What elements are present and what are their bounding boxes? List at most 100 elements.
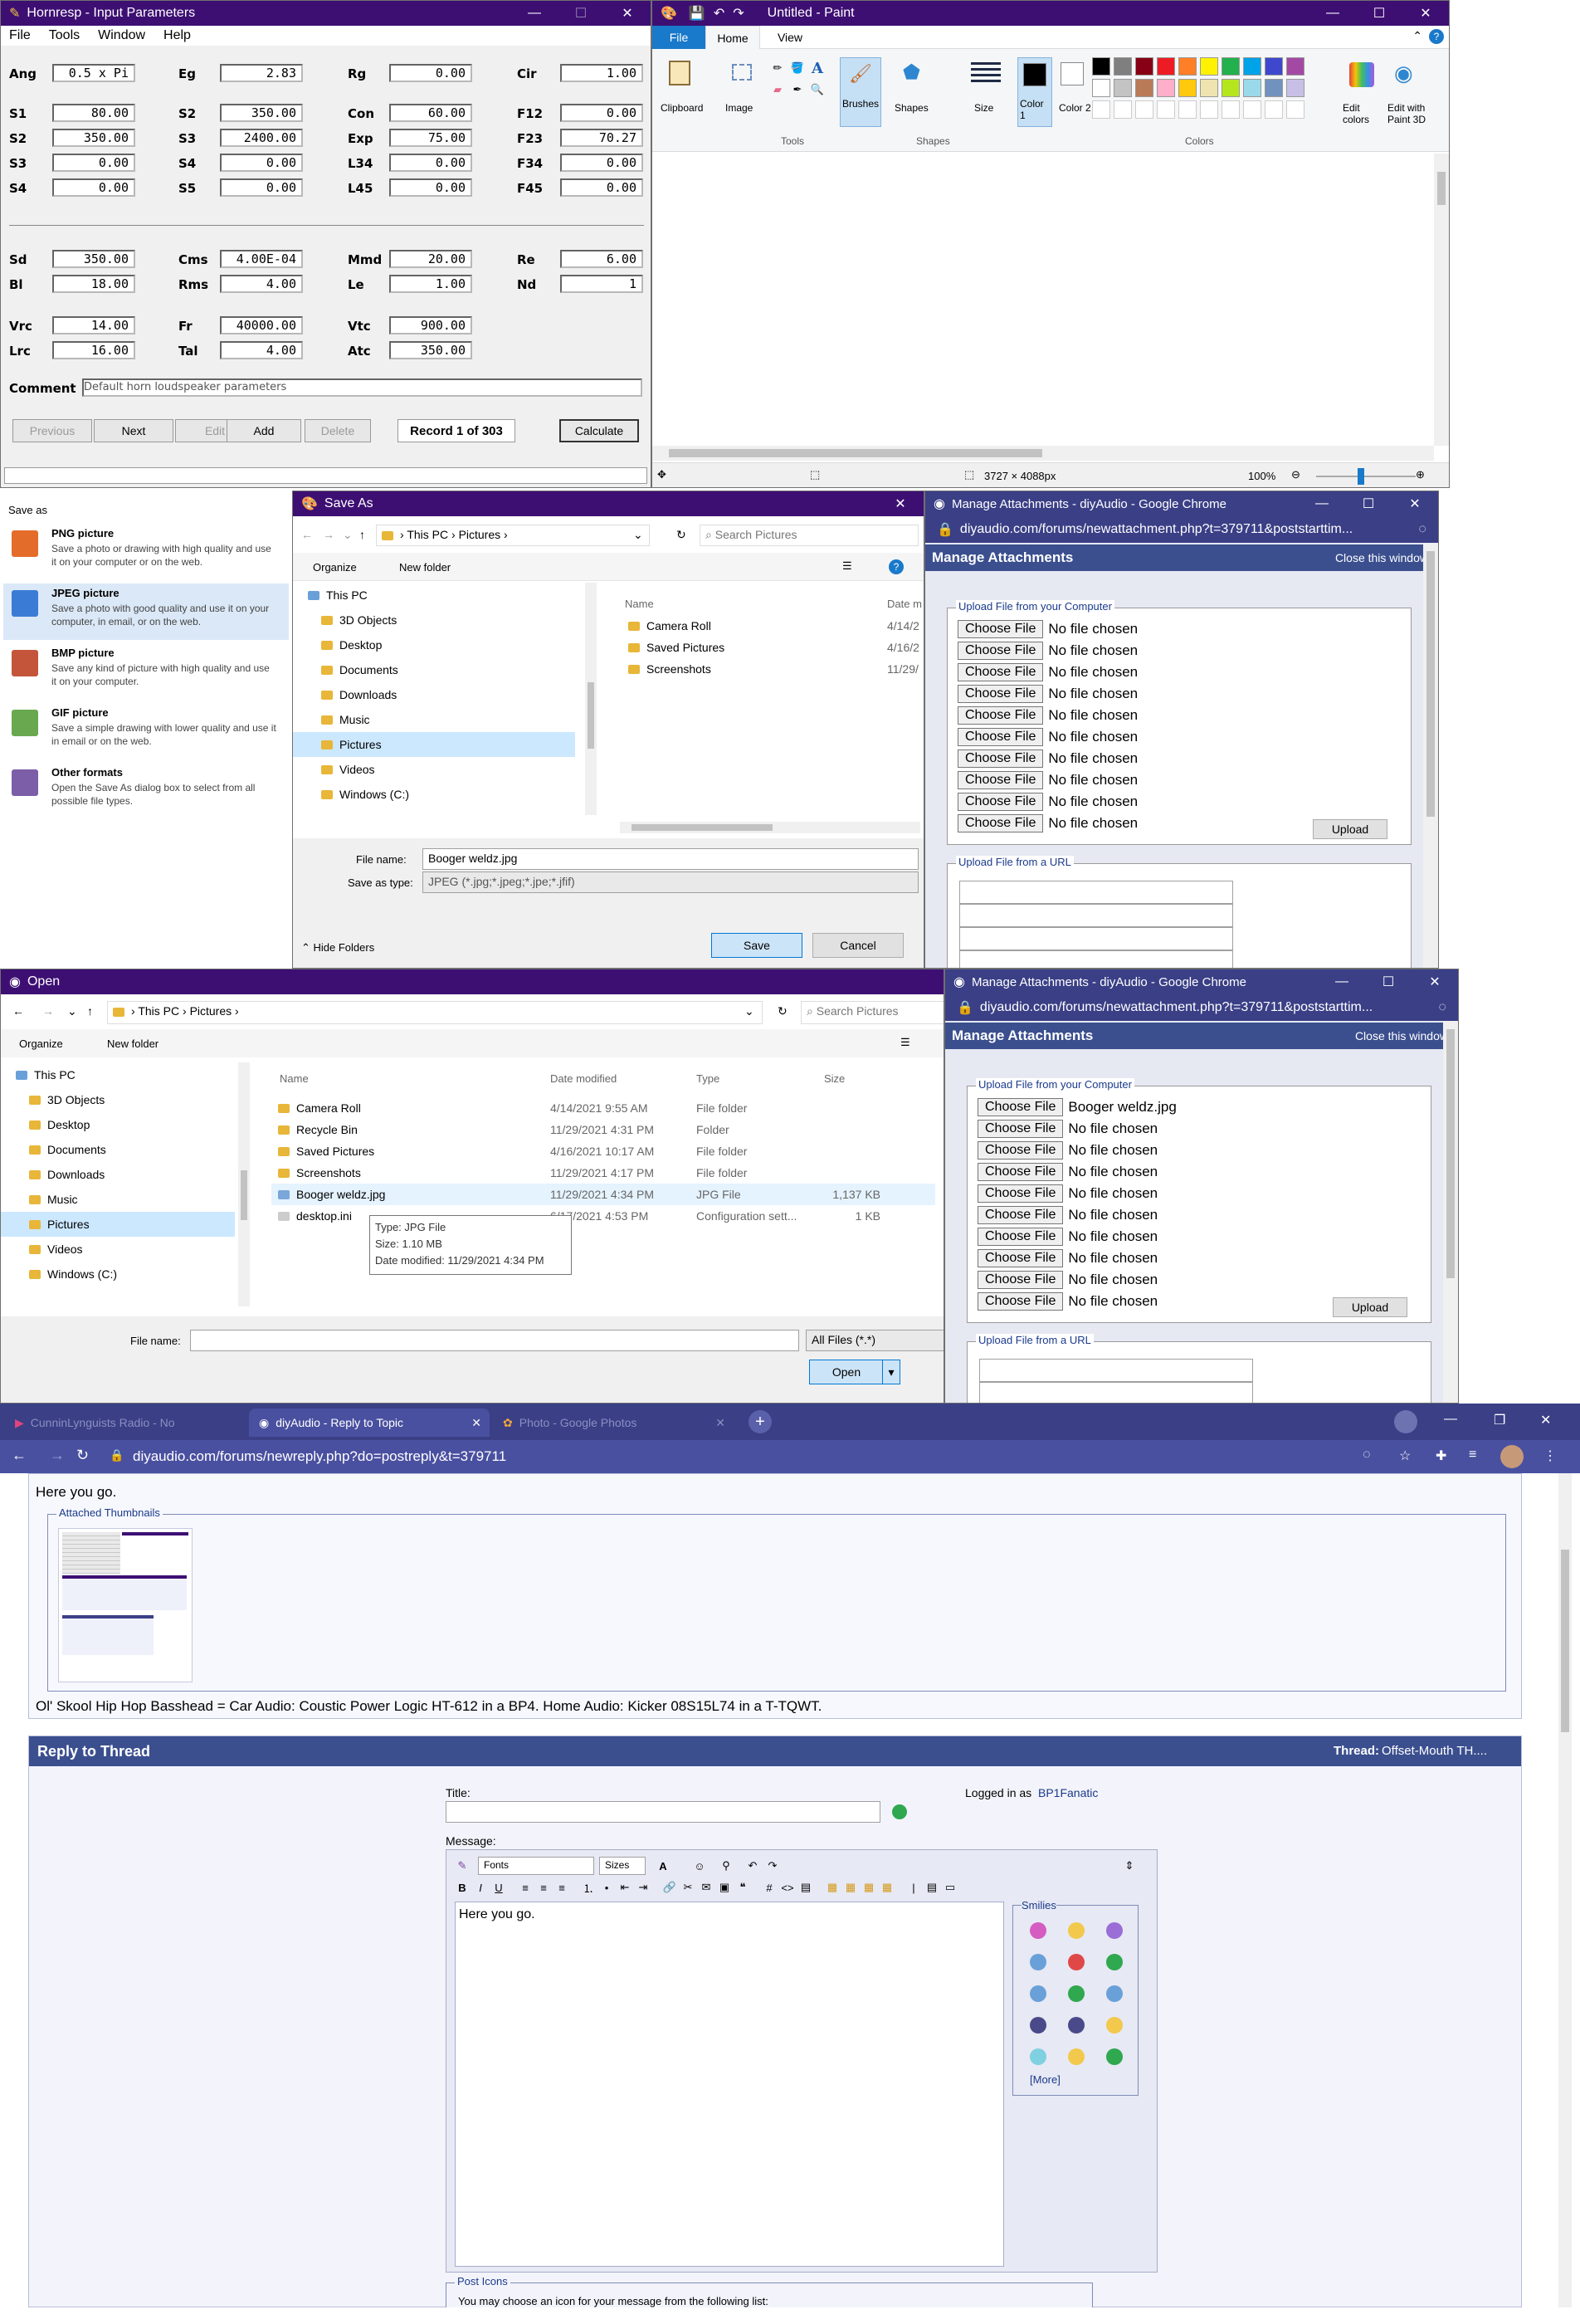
choose-file-button[interactable]: Choose File <box>958 663 1044 681</box>
refresh-icon[interactable]: ↻ <box>676 528 686 542</box>
eraser-icon[interactable]: ▰ <box>770 82 785 97</box>
save-format-item[interactable]: JPEG picture Save a photo with good quali… <box>3 583 289 640</box>
more-smilies-link[interactable]: [More] <box>1030 2073 1061 2086</box>
up-icon[interactable]: ↑ <box>87 1004 93 1018</box>
param-value-field[interactable]: 900.00 <box>389 316 472 334</box>
save-format-item[interactable]: Other formats Open the Save As dialog box… <box>3 763 289 819</box>
underline-icon[interactable]: U <box>491 1880 506 1895</box>
column-name[interactable]: Name <box>625 598 654 610</box>
minimize-button[interactable]: — <box>1309 1 1356 26</box>
nav-item[interactable]: Downloads <box>1 1162 235 1187</box>
zoom-slider-thumb[interactable] <box>1358 468 1364 485</box>
url-text[interactable]: diyaudio.com/forums/newreply.php?do=post… <box>133 1448 506 1465</box>
file-row[interactable]: Saved Pictures 4/16/2 <box>620 637 920 657</box>
smiley-icon[interactable] <box>1030 1954 1046 1970</box>
title-input[interactable] <box>446 1801 880 1823</box>
param-value-field[interactable]: 0.00 <box>560 178 643 197</box>
back-icon[interactable]: ← <box>12 1447 27 1464</box>
vertical-scrollbar[interactable] <box>1423 543 1438 968</box>
choose-file-button[interactable]: Choose File <box>958 728 1044 746</box>
italic-icon[interactable]: I <box>473 1880 488 1895</box>
bookmark-star-icon[interactable]: ☆ <box>1399 1448 1411 1464</box>
new-folder-button[interactable]: New folder <box>399 561 451 574</box>
nav-item[interactable]: This PC <box>293 583 575 608</box>
smiley-icon[interactable] <box>1068 1954 1085 1970</box>
palette-color-swatch[interactable] <box>1178 79 1197 97</box>
refresh-icon[interactable]: ↻ <box>778 1004 788 1018</box>
param-value-field[interactable]: 0.00 <box>52 154 135 172</box>
thumbnail-image[interactable] <box>58 1528 193 1682</box>
size-button[interactable]: Size <box>974 102 993 114</box>
cancel-button[interactable]: Cancel <box>812 933 904 958</box>
url-input-2[interactable] <box>959 904 1233 927</box>
address-bar[interactable]: › This PC › Pictures › <box>376 525 650 546</box>
align-center-icon[interactable]: ≡ <box>536 1880 551 1895</box>
tab-diyaudio[interactable]: ◉ diyAudio - Reply to Topic ✕ <box>249 1409 490 1437</box>
param-value-field[interactable]: 40000.00 <box>220 316 303 334</box>
choose-file-button[interactable]: Choose File <box>978 1249 1064 1267</box>
nav-item[interactable]: Documents <box>293 657 575 682</box>
choose-file-button[interactable]: Choose File <box>978 1163 1064 1181</box>
save-format-item[interactable]: BMP picture Save any kind of picture with… <box>3 643 289 700</box>
color-picker-icon[interactable]: ✒ <box>790 82 805 97</box>
smiley-menu-icon[interactable]: ☺ <box>692 1858 707 1873</box>
file-row[interactable]: Screenshots 11/29/ <box>620 659 920 679</box>
palette-custom-swatch[interactable] <box>1135 100 1153 119</box>
chevron-down-icon[interactable]: ⌄ <box>744 1004 754 1018</box>
smiley-icon[interactable] <box>1068 1985 1085 2002</box>
tracking-off-icon[interactable]: ◌ <box>1438 1000 1446 1015</box>
palette-custom-swatch[interactable] <box>1286 100 1304 119</box>
column-header[interactable]: Type <box>696 1072 719 1085</box>
save-format-item[interactable]: GIF picture Save a simple drawing with lo… <box>3 703 289 759</box>
maximize-button[interactable]: ☐ <box>1356 1 1402 26</box>
minimize-button[interactable]: — <box>1444 1412 1457 1427</box>
fill-icon[interactable]: 🪣 <box>790 61 805 76</box>
file-row[interactable]: Booger weldz.jpg 11/29/2021 4:34 PM JPG Fi… <box>271 1184 935 1205</box>
palette-color-swatch[interactable] <box>1200 57 1218 76</box>
color1-button[interactable]: Color 1 <box>1017 57 1052 127</box>
switch-editor-icon[interactable]: ✎ <box>455 1858 470 1873</box>
close-button[interactable]: ✕ <box>877 491 924 516</box>
pencil-icon[interactable]: ✏ <box>770 61 785 76</box>
palette-color-swatch[interactable] <box>1114 79 1132 97</box>
format-icon[interactable]: ▦ <box>880 1880 895 1895</box>
column-header[interactable]: Date modified <box>550 1072 617 1085</box>
minimize-button[interactable]: — <box>1319 969 1365 994</box>
choose-file-button[interactable]: Choose File <box>978 1120 1064 1138</box>
palette-color-swatch[interactable] <box>1222 57 1240 76</box>
param-value-field[interactable]: 16.00 <box>52 341 135 359</box>
palette-custom-swatch[interactable] <box>1178 100 1197 119</box>
param-value-field[interactable]: 0.00 <box>389 154 472 172</box>
palette-color-swatch[interactable] <box>1092 57 1110 76</box>
forward-icon[interactable]: → <box>50 1447 65 1464</box>
save-button[interactable]: Save <box>711 933 802 958</box>
param-value-field[interactable]: 1 <box>560 275 643 293</box>
smiley-icon[interactable] <box>1030 2017 1046 2034</box>
param-value-field[interactable]: 60.00 <box>389 104 472 122</box>
unordered-list-icon[interactable]: • <box>599 1880 614 1895</box>
param-value-field[interactable]: 350.00 <box>220 104 303 122</box>
brushes-button[interactable]: 🖌 Brushes <box>840 57 881 127</box>
tab-cunninlynguists[interactable]: ▶ CunninLynguists Radio - No <box>5 1409 246 1437</box>
table-icon[interactable]: ▤ <box>924 1880 939 1895</box>
param-value-field[interactable]: 0.00 <box>389 178 472 197</box>
help-icon[interactable]: ? <box>1429 29 1444 44</box>
code-icon[interactable]: # <box>762 1880 777 1895</box>
palette-color-swatch[interactable] <box>1222 79 1240 97</box>
choose-file-button[interactable]: Choose File <box>978 1228 1064 1246</box>
choose-file-button[interactable]: Choose File <box>958 620 1044 638</box>
choose-file-button[interactable]: Choose File <box>958 749 1044 768</box>
smiley-icon[interactable] <box>1106 2017 1123 2034</box>
nav-item[interactable]: Music <box>1 1187 235 1212</box>
quote-icon[interactable]: ❝ <box>735 1880 750 1895</box>
maximize-button[interactable]: ☐ <box>1365 969 1412 994</box>
nav-item[interactable]: Pictures <box>293 732 575 757</box>
palette-color-swatch[interactable] <box>1178 57 1197 76</box>
clipboard-button[interactable]: Clipboard <box>661 102 703 114</box>
paste-icon[interactable]: ▦ <box>825 1880 840 1895</box>
palette-custom-swatch[interactable] <box>1200 100 1218 119</box>
choose-file-button[interactable]: Choose File <box>978 1141 1064 1160</box>
calculate-button[interactable]: Calculate <box>559 419 639 442</box>
param-value-field[interactable]: 0.00 <box>220 178 303 197</box>
url-bar[interactable]: 🔒 diyaudio.com/forums/newattachment.php?… <box>945 994 1458 1021</box>
